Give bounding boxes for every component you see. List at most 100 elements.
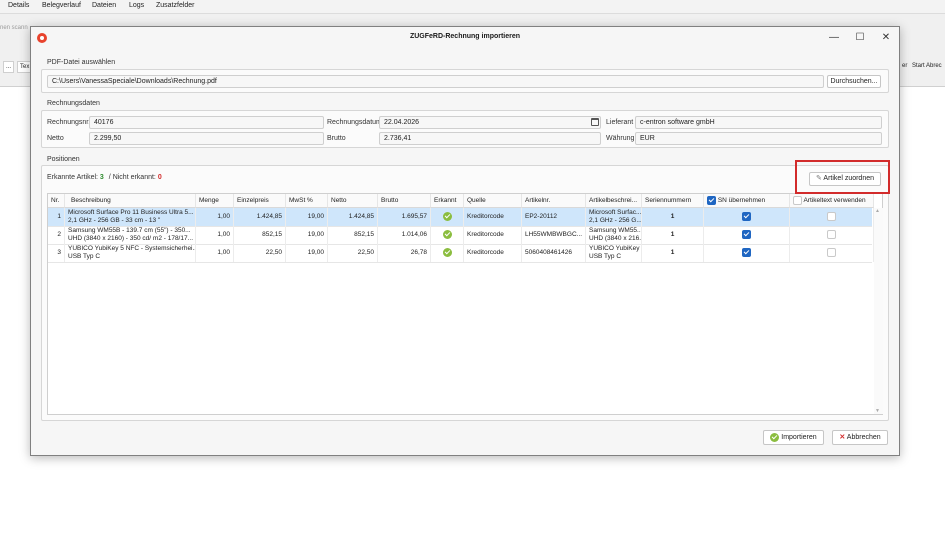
minimize-icon[interactable]: —	[827, 31, 841, 45]
maximize-icon[interactable]: ☐	[853, 31, 867, 45]
recognition-summary: Erkannte Artikel: 3 / Nicht erkannt: 0	[47, 174, 162, 181]
cell-erkannt	[431, 226, 464, 244]
cell-beschreibung: Samsung WM55B - 139.7 cm (55") - 350... U…	[65, 226, 196, 244]
table-row[interactable]: 2 Samsung WM55B - 139.7 cm (55") - 350...…	[48, 226, 874, 245]
scroll-down-icon[interactable]: ▼	[875, 408, 880, 414]
cell-erkannt	[431, 244, 464, 262]
artikeltext-checkbox[interactable]	[827, 211, 836, 221]
background-button-start-abrechnung[interactable]: Start Abrec	[910, 61, 945, 73]
menu-details[interactable]: Details	[8, 2, 29, 9]
cancel-button[interactable]: ✕ Abbrechen	[832, 430, 888, 445]
text-select-all-checkbox[interactable]	[793, 195, 802, 205]
calendar-icon[interactable]	[591, 118, 599, 126]
cell-artikelbeschreibung: YUBICO YubiKey ... USB Typ C	[586, 244, 642, 262]
artikeltext-checkbox[interactable]	[827, 229, 836, 239]
col-header-artikelbeschreibung[interactable]: Artikelbeschrei...	[586, 194, 642, 208]
col-header-quelle[interactable]: Quelle	[464, 194, 522, 208]
cell-einzelpreis: 1.424,85	[234, 208, 286, 226]
cell-mwst: 19,00	[286, 208, 328, 226]
col-header-nr[interactable]: Nr.	[48, 194, 65, 208]
background-button-er[interactable]: er	[900, 61, 909, 73]
sn-checkbox[interactable]	[742, 247, 751, 257]
gross-label: Brutto	[327, 135, 346, 142]
col-header-brutto[interactable]: Brutto	[378, 194, 431, 208]
cell-beschreibung-line2: 2,1 GHz - 256 GB - 33 cm - 13 "	[68, 217, 161, 224]
cell-beschreibung: YUBICO YubiKey 5 NFC - Systemsicherhei..…	[65, 244, 196, 262]
col-header-seriennummern[interactable]: Seriennummern	[642, 194, 704, 208]
cell-seriennummern: 1	[642, 226, 704, 244]
vertical-scrollbar[interactable]: ▲ ▼	[874, 208, 883, 414]
cell-menge: 1,00	[196, 208, 234, 226]
invoice-number-field[interactable]: 40176	[89, 116, 324, 129]
col-header-erkannt[interactable]: Erkannt	[431, 194, 464, 208]
cell-mwst: 19,00	[286, 244, 328, 262]
pdf-section-title: PDF-Datei auswählen	[47, 59, 116, 66]
cell-artikelnr: LH55WMBWBGC...	[522, 226, 586, 244]
background-search-fragment: nen scann	[0, 25, 28, 31]
dialog-title: ZUGFeRD-Rechnung importieren	[409, 33, 521, 40]
supplier-field[interactable]: c-entron software gmbH	[635, 116, 882, 129]
col-header-einzelpreis[interactable]: Einzelpreis	[234, 194, 286, 208]
col-header-beschreibung[interactable]: Beschreibung	[65, 194, 196, 208]
cell-artikeltext	[790, 208, 874, 226]
background-button-more[interactable]: ...	[3, 61, 15, 73]
menu-belegverlauf[interactable]: Belegverlauf	[42, 2, 81, 9]
cancel-label: Abbrechen	[846, 434, 881, 441]
col-header-menge[interactable]: Menge	[196, 194, 234, 208]
sn-checkbox[interactable]	[742, 229, 751, 239]
cell-seriennummern: 1	[642, 208, 704, 226]
invoice-date-field[interactable]: 22.04.2026	[379, 116, 601, 129]
menu-logs[interactable]: Logs	[129, 2, 144, 9]
col-header-artikeltext[interactable]: Artikeltext verwenden	[790, 194, 874, 208]
cell-artikelbeschreibung: Samsung WM55... UHD (3840 x 216...	[586, 226, 642, 244]
cell-netto: 22,50	[328, 244, 378, 262]
net-label: Netto	[47, 135, 64, 142]
close-icon[interactable]: ✕	[879, 31, 893, 45]
col-header-artikelnr[interactable]: Artikelnr.	[522, 194, 586, 208]
cell-beschreibung: Microsoft Surface Pro 11 Business Ultra …	[65, 208, 196, 226]
cell-nr: 2	[48, 226, 65, 244]
cell-brutto: 1.695,57	[378, 208, 431, 226]
browse-button[interactable]: Durchsuchen...	[827, 75, 881, 88]
cell-artikelbeschreibung-line1: Samsung WM55...	[589, 227, 642, 234]
col-header-netto[interactable]: Netto	[328, 194, 378, 208]
table-row[interactable]: 3 YUBICO YubiKey 5 NFC - Systemsicherhei.…	[48, 244, 874, 263]
text-header-label: Artikeltext verwenden	[803, 197, 866, 204]
artikeltext-checkbox[interactable]	[827, 247, 836, 257]
highlight-box-annotation	[795, 160, 890, 194]
background-menubar: Details Belegverlauf Dateien Logs Zusatz…	[0, 0, 945, 14]
cell-nr: 3	[48, 244, 65, 262]
invoice-date-label: Rechnungsdatum	[327, 119, 382, 126]
currency-label: Währung	[606, 135, 635, 142]
menu-zusatzfelder[interactable]: Zusatzfelder	[156, 2, 195, 9]
cancel-x-icon: ✕	[839, 434, 846, 441]
cell-artikelbeschreibung-line1: Microsoft Surfac...	[589, 209, 642, 216]
sn-select-all-checkbox[interactable]	[707, 195, 716, 205]
scroll-up-icon[interactable]: ▲	[875, 208, 880, 214]
cell-artikelbeschreibung-line2: UHD (3840 x 216...	[589, 235, 642, 242]
currency-field[interactable]: EUR	[635, 132, 882, 145]
supplier-label: Lieferant	[606, 119, 634, 126]
cell-quelle: Kreditorcode	[464, 244, 522, 262]
cell-erkannt	[431, 208, 464, 226]
cell-beschreibung-line2: USB Typ C	[68, 253, 101, 260]
invoice-section-title: Rechnungsdaten	[47, 100, 100, 107]
col-header-mwst[interactable]: MwSt %	[286, 194, 328, 208]
pdf-path-field[interactable]: C:\Users\VanessaSpeciale\Downloads\Rechn…	[47, 75, 824, 88]
cell-netto: 852,15	[328, 226, 378, 244]
net-field[interactable]: 2.299,50	[89, 132, 324, 145]
cell-menge: 1,00	[196, 226, 234, 244]
table-row[interactable]: 1 Microsoft Surface Pro 11 Business Ultra…	[48, 208, 874, 227]
recognized-check-icon	[442, 247, 452, 257]
recognized-check-icon	[442, 229, 452, 239]
sn-checkbox[interactable]	[742, 211, 751, 221]
menu-dateien[interactable]: Dateien	[92, 2, 116, 9]
check-icon	[770, 432, 780, 442]
import-button[interactable]: Importieren	[763, 430, 824, 445]
gross-field[interactable]: 2.736,41	[379, 132, 601, 145]
recognized-count: 3	[99, 174, 104, 181]
cell-brutto: 26,78	[378, 244, 431, 262]
cell-artikelbeschreibung-line2: 2,1 GHz - 256 G...	[589, 217, 642, 224]
col-header-sn-uebernehmen[interactable]: SN übernehmen	[704, 194, 790, 208]
cell-menge: 1,00	[196, 244, 234, 262]
